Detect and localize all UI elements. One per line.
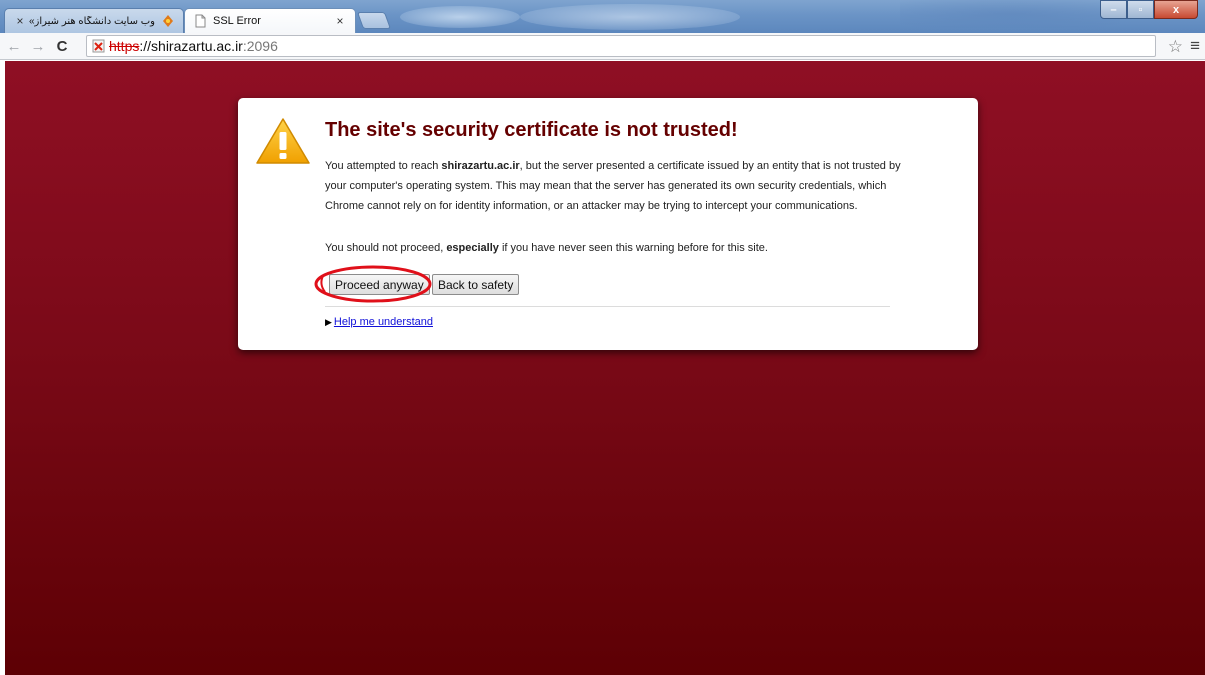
minimize-button[interactable]: –	[1100, 0, 1127, 19]
titlebar-glow	[400, 6, 520, 28]
bookmark-star-icon[interactable]: ☆	[1168, 37, 1183, 57]
page-icon	[195, 14, 206, 28]
emphasis-bold: especially	[446, 242, 499, 254]
warning-icon	[256, 118, 310, 164]
title-bar: × وب سایت دانشگاه هنر شیراز» SSL Error ×…	[0, 0, 1205, 33]
recommendation-paragraph: You should not proceed, especially if yo…	[325, 242, 925, 254]
maximize-button[interactable]: ▫	[1127, 0, 1154, 19]
tab-close-button[interactable]: ×	[333, 14, 347, 28]
tab-ssl-error[interactable]: SSL Error ×	[184, 8, 356, 33]
address-bar[interactable]: https ://shirazartu.ac.ir :2096	[86, 35, 1156, 57]
divider	[325, 306, 890, 307]
tab-title: وب سایت دانشگاه هنر شیراز»	[28, 15, 155, 27]
hostname-bold: shirazartu.ac.ir	[441, 160, 520, 172]
page-title: The site's security certificate is not t…	[325, 119, 738, 141]
tab-close-button[interactable]: ×	[13, 14, 27, 28]
close-window-button[interactable]: x	[1154, 0, 1198, 19]
site-favicon-icon	[163, 15, 173, 27]
forward-arrow-icon[interactable]: →	[28, 38, 48, 55]
url-host: ://shirazartu.ac.ir	[139, 38, 243, 54]
explanation-text: You attempted to reach	[325, 160, 442, 172]
tab-university-site[interactable]: × وب سایت دانشگاه هنر شیراز»	[4, 8, 184, 33]
interstitial-background: The site's security certificate is not t…	[5, 61, 1205, 675]
url-scheme: https	[109, 38, 140, 54]
back-to-safety-button[interactable]: Back to safety	[432, 274, 520, 295]
reload-icon[interactable]: C	[52, 38, 72, 55]
recommendation-text: if you have never seen this warning befo…	[498, 242, 768, 254]
help-disclosure[interactable]: ▶ Help me understand	[325, 316, 433, 328]
new-tab-button[interactable]	[356, 12, 392, 29]
titlebar-glow	[520, 4, 740, 30]
proceed-anyway-button[interactable]: Proceed anyway	[329, 274, 430, 295]
url-port: :2096	[242, 38, 278, 54]
help-me-understand-link[interactable]: Help me understand	[334, 316, 433, 328]
explanation-paragraph: You attempted to reach shirazartu.ac.ir,…	[325, 156, 905, 216]
recommendation-text: You should not proceed,	[325, 242, 447, 254]
window-controls: – ▫ x	[1100, 0, 1198, 19]
back-arrow-icon[interactable]: ←	[4, 38, 24, 55]
broken-lock-icon	[92, 39, 105, 53]
tab-title: SSL Error	[213, 15, 261, 27]
disclosure-triangle-icon: ▶	[325, 316, 332, 327]
browser-toolbar: ← → C https ://shirazartu.ac.ir :2096 ☆ …	[0, 33, 1205, 60]
chrome-menu-icon[interactable]: ≡	[1190, 36, 1200, 56]
ssl-warning-card: The site's security certificate is not t…	[238, 98, 978, 350]
titlebar-glow	[900, 0, 1120, 28]
